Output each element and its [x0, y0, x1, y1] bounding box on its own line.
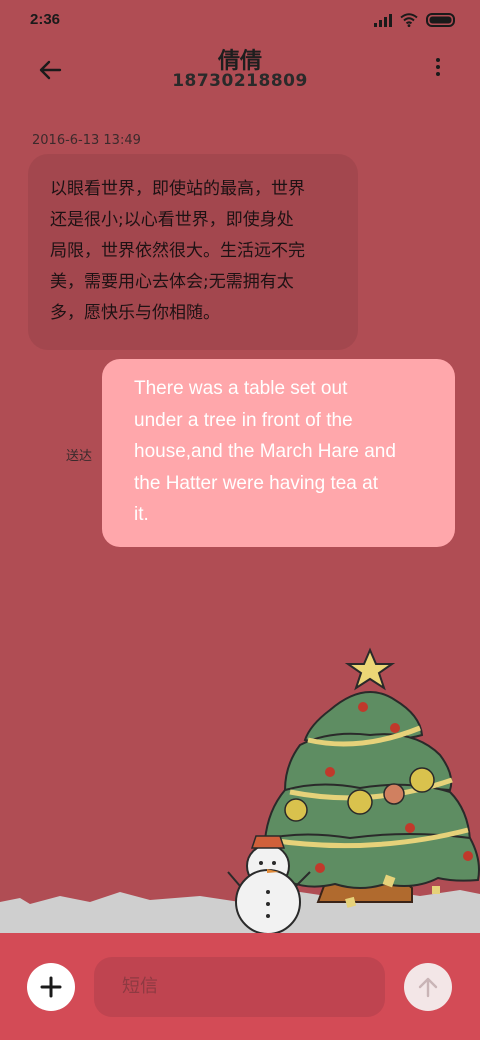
- conversation-header: 倩倩 18730218809: [0, 40, 480, 100]
- outgoing-message-line: it.: [134, 504, 149, 525]
- outgoing-message-line: the Hatter were having tea at: [134, 472, 378, 494]
- outgoing-message-bubble[interactable]: There was a table set out under a tree i…: [102, 359, 455, 547]
- outgoing-message-line: There was a table set out: [134, 378, 348, 399]
- incoming-message-line: 局限，世界依然很大。生活远不完: [50, 241, 305, 261]
- delivery-status: 送达: [66, 449, 93, 464]
- incoming-message-line: 以眼看世界，即使站的最高，世界: [50, 179, 305, 199]
- status-time: 2:36: [30, 11, 61, 28]
- wifi-icon: [400, 13, 418, 27]
- add-attachment-button[interactable]: [27, 963, 75, 1011]
- contact-number: 18730218809: [172, 71, 308, 91]
- incoming-message-line: 还是很小;以心看世界，即使身处: [50, 210, 294, 230]
- message-input[interactable]: 短信: [94, 957, 385, 1017]
- status-bar: 2:36: [0, 0, 480, 40]
- incoming-message-bubble[interactable]: 以眼看世界，即使站的最高，世界 还是很小;以心看世界，即使身处 局限，世界依然很…: [28, 154, 358, 350]
- battery-icon: [426, 13, 455, 27]
- outgoing-message-line: house,and the March Hare and: [134, 441, 396, 462]
- more-vertical-icon[interactable]: [434, 58, 442, 82]
- christmas-tree-snowman-illustration: [0, 647, 480, 940]
- send-arrow-icon: [418, 977, 438, 998]
- incoming-message-line: 美，需要用心去体会;无需拥有太: [50, 272, 294, 292]
- signal-icon: [374, 13, 392, 27]
- message-timestamp: 2016-6-13 13:49: [32, 133, 141, 148]
- send-button[interactable]: [404, 963, 452, 1011]
- status-icons: [374, 12, 456, 28]
- outgoing-message-line: under a tree in front of the: [134, 409, 353, 431]
- plus-icon: [40, 976, 62, 998]
- incoming-message-line: 多，愿快乐与你相随。: [50, 303, 220, 323]
